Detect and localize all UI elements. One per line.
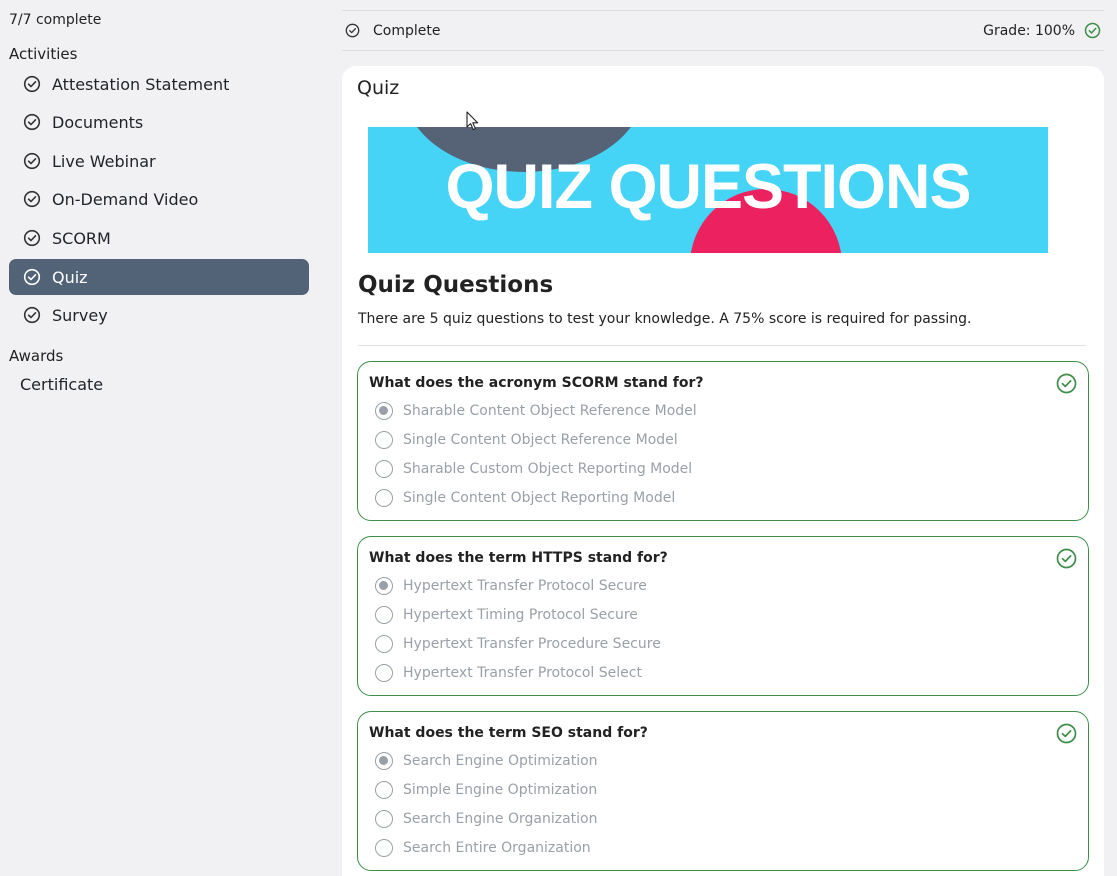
answer-option[interactable]: Single Content Object Reporting Model	[375, 488, 675, 508]
sidebar-item-survey[interactable]: Survey	[9, 297, 309, 333]
radio-button[interactable]	[375, 635, 393, 653]
page-title: Quiz	[357, 77, 400, 99]
radio-button[interactable]	[375, 664, 393, 682]
radio-button[interactable]	[375, 489, 393, 507]
sidebar-item-label: Documents	[52, 112, 144, 132]
activities-label: Activities	[9, 45, 78, 63]
answer-option[interactable]: Single Content Object Reference Model	[375, 430, 678, 450]
check-circle-icon	[23, 268, 41, 286]
status-complete: Complete	[345, 23, 440, 39]
question-card: What does the term HTTPS stand for? Hype…	[357, 536, 1089, 696]
option-label: Sharable Custom Object Reporting Model	[403, 461, 693, 477]
banner-text: QUIZ QUESTIONS	[445, 152, 971, 222]
sidebar-item-label: SCORM	[52, 228, 111, 248]
radio-button[interactable]	[375, 431, 393, 449]
sidebar-item-documents[interactable]: Documents	[9, 104, 309, 140]
radio-button-selected[interactable]	[375, 752, 393, 770]
mouse-cursor-icon	[466, 111, 480, 131]
answer-option[interactable]: Sharable Custom Object Reporting Model	[375, 459, 692, 479]
correct-check-icon	[1056, 548, 1077, 569]
question-card: What does the term SEO stand for? Search…	[357, 711, 1089, 871]
correct-check-icon	[1056, 373, 1077, 394]
grade-text: Grade: 100%	[983, 22, 1075, 39]
answer-option[interactable]: Hypertext Transfer Protocol Select	[375, 663, 642, 683]
check-circle-icon	[23, 306, 41, 324]
radio-button[interactable]	[375, 606, 393, 624]
option-label: Simple Engine Optimization	[403, 782, 598, 798]
check-circle-icon	[23, 152, 41, 170]
progress-text: 7/7 complete	[9, 12, 102, 28]
radio-button[interactable]	[375, 781, 393, 799]
quiz-heading: Quiz Questions	[358, 272, 554, 298]
check-circle-icon	[23, 229, 41, 247]
quiz-description: There are 5 quiz questions to test your …	[358, 311, 972, 327]
answer-option[interactable]: Search Entire Organization	[375, 838, 591, 858]
question-card: What does the acronym SCORM stand for? S…	[357, 361, 1089, 521]
option-label: Search Entire Organization	[403, 840, 591, 856]
option-label: Search Engine Organization	[403, 811, 598, 827]
sidebar-item-attestation-statement[interactable]: Attestation Statement	[9, 66, 309, 102]
answer-option[interactable]: Simple Engine Optimization	[375, 780, 597, 800]
option-label: Hypertext Timing Protocol Secure	[403, 607, 638, 623]
radio-button[interactable]	[375, 810, 393, 828]
radio-button[interactable]	[375, 460, 393, 478]
option-label: Single Content Object Reference Model	[403, 432, 678, 448]
quiz-card: Quiz QUIZ QUESTIONS Quiz Questions There…	[342, 66, 1104, 876]
question-text: What does the term SEO stand for?	[369, 725, 648, 741]
grade-display: Grade: 100%	[983, 22, 1101, 39]
sidebar-item-label: Survey	[52, 305, 108, 325]
option-label: Hypertext Transfer Procedure Secure	[403, 636, 661, 652]
radio-button-selected[interactable]	[375, 577, 393, 595]
sidebar-item-label: Attestation Statement	[52, 74, 230, 94]
sidebar-item-scorm[interactable]: SCORM	[9, 220, 309, 256]
option-label: Single Content Object Reporting Model	[403, 490, 676, 506]
answer-option[interactable]: Sharable Content Object Reference Model	[375, 401, 697, 421]
question-text: What does the term HTTPS stand for?	[369, 550, 668, 566]
sidebar: 7/7 complete Activities Attestation Stat…	[0, 0, 320, 876]
sidebar-item-label: Quiz	[52, 267, 88, 287]
answer-option[interactable]: Hypertext Transfer Procedure Secure	[375, 634, 661, 654]
answer-option[interactable]: Hypertext Transfer Protocol Secure	[375, 576, 647, 596]
sidebar-item-on-demand-video[interactable]: On-Demand Video	[9, 181, 309, 217]
answer-option[interactable]: Search Engine Organization	[375, 809, 597, 829]
check-circle-icon	[345, 23, 360, 38]
check-circle-icon	[23, 75, 41, 93]
option-label: Hypertext Transfer Protocol Select	[403, 665, 642, 681]
question-text: What does the acronym SCORM stand for?	[369, 375, 704, 391]
answer-option[interactable]: Hypertext Timing Protocol Secure	[375, 605, 638, 625]
check-circle-icon	[23, 190, 41, 208]
check-circle-icon	[23, 113, 41, 131]
answer-option[interactable]: Search Engine Optimization	[375, 751, 598, 771]
completion-status-bar: Complete Grade: 100%	[342, 10, 1104, 51]
correct-check-icon	[1056, 723, 1077, 744]
option-label: Hypertext Transfer Protocol Secure	[403, 578, 647, 594]
sidebar-item-label: Live Webinar	[52, 151, 156, 171]
radio-button[interactable]	[375, 839, 393, 857]
option-label: Sharable Content Object Reference Model	[403, 403, 697, 419]
sidebar-item-quiz[interactable]: Quiz	[9, 259, 309, 295]
option-label: Search Engine Optimization	[403, 753, 598, 769]
awards-label: Awards	[9, 347, 64, 365]
quiz-banner-image: QUIZ QUESTIONS	[368, 127, 1048, 253]
status-text: Complete	[373, 22, 441, 39]
check-circle-icon	[1084, 22, 1101, 39]
divider	[358, 345, 1086, 346]
sidebar-item-label: On-Demand Video	[52, 189, 199, 209]
sidebar-item-live-webinar[interactable]: Live Webinar	[9, 143, 309, 179]
radio-button-selected[interactable]	[375, 402, 393, 420]
sidebar-item-certificate[interactable]: Certificate	[20, 375, 103, 394]
